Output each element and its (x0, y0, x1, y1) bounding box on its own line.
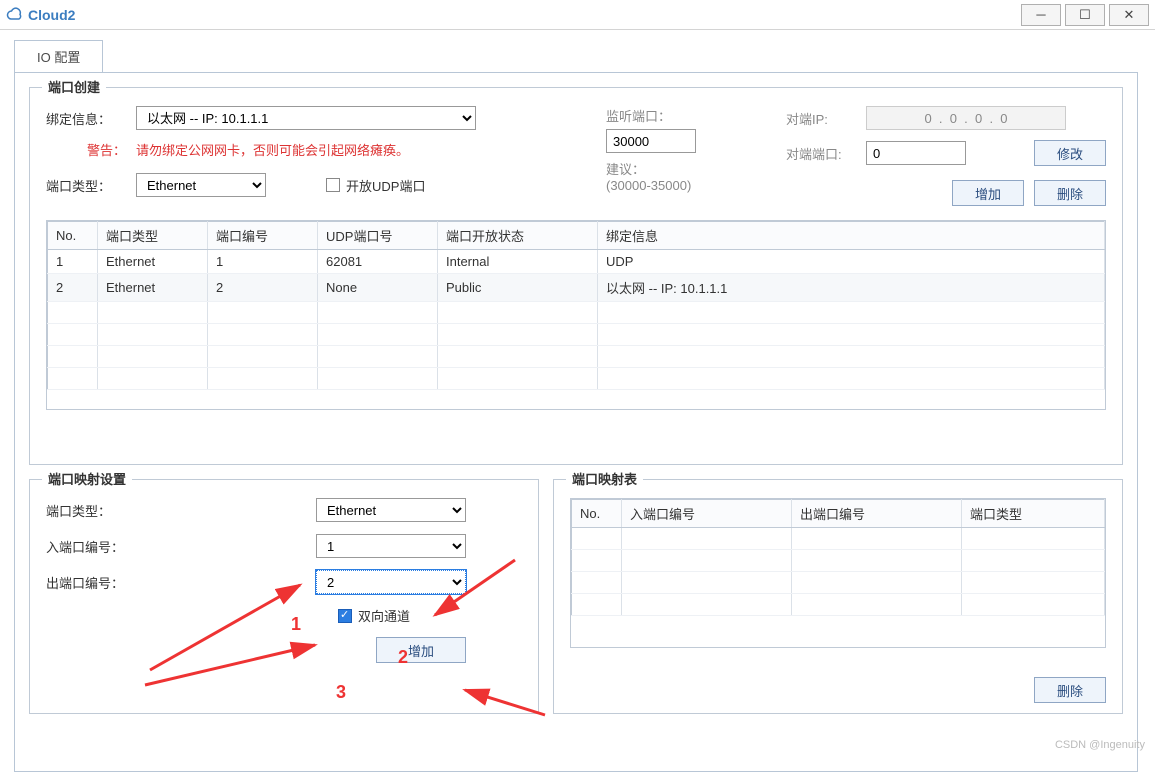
add-port-button[interactable]: 增加 (952, 180, 1024, 206)
modify-button[interactable]: 修改 (1034, 140, 1106, 166)
mcol-in: 入端口编号 (622, 500, 792, 528)
table-row (48, 346, 1105, 368)
col-udp: UDP端口号 (318, 222, 438, 250)
port-type-label: 端口类型： (46, 176, 136, 195)
table-row (48, 302, 1105, 324)
listen-port-label: 监听端口： (606, 106, 746, 125)
delete-port-button[interactable]: 删除 (1034, 180, 1106, 206)
port-map-settings-section: 端口映射设置 端口类型： Ethernet 入端口编号： 1 出端口编号： 2 (29, 479, 539, 714)
table-row (572, 594, 1105, 616)
suggest-range: (30000-35000) (606, 178, 746, 193)
mcol-out: 出端口编号 (791, 500, 961, 528)
watermark: CSDN @Ingenuity (1055, 739, 1145, 751)
listen-port-input[interactable] (606, 129, 696, 153)
warning-text: 请勿绑定公网网卡，否则可能会引起网络瘫痪。 (136, 140, 409, 159)
minimize-button[interactable]: ─ (1021, 4, 1061, 26)
peer-port-input[interactable] (866, 141, 966, 165)
bind-info-select[interactable]: 以太网 -- IP: 10.1.1.1 (136, 106, 476, 130)
in-port-label: 入端口编号： (46, 537, 316, 556)
map-type-select[interactable]: Ethernet (316, 498, 466, 522)
out-port-label: 出端口编号： (46, 573, 316, 592)
open-udp-label: 开放UDP端口 (346, 176, 425, 195)
port-map-settings-legend: 端口映射设置 (42, 469, 132, 488)
add-mapping-button[interactable]: 增加 (376, 637, 466, 663)
tab-io-config[interactable]: IO 配置 (14, 40, 103, 72)
col-no: No. (48, 222, 98, 250)
table-row (48, 368, 1105, 390)
suggest-label: 建议： (606, 159, 746, 178)
bind-info-label: 绑定信息： (46, 109, 136, 128)
table-row (572, 572, 1105, 594)
titlebar: Cloud2 ─ ☐ ✕ (0, 0, 1155, 30)
bidirectional-label: 双向通道 (358, 606, 410, 625)
table-row (48, 324, 1105, 346)
peer-ip-input (866, 106, 1066, 130)
close-button[interactable]: ✕ (1109, 4, 1149, 26)
window-title: Cloud2 (28, 7, 1021, 23)
out-port-select[interactable]: 2 (316, 570, 466, 594)
port-map-table-section: 端口映射表 No. 入端口编号 出端口编号 端口类型 (553, 479, 1123, 714)
table-row (572, 528, 1105, 550)
in-port-select[interactable]: 1 (316, 534, 466, 558)
table-row (572, 550, 1105, 572)
mcol-type: 端口类型 (961, 500, 1104, 528)
mcol-no: No. (572, 500, 622, 528)
tab-bar: IO 配置 (14, 40, 1155, 72)
table-row[interactable]: 1 Ethernet 1 62081 Internal UDP (48, 250, 1105, 274)
page-content: 端口创建 绑定信息： 以太网 -- IP: 10.1.1.1 警告： 请勿绑定公… (14, 72, 1138, 772)
open-udp-checkbox[interactable] (326, 178, 340, 192)
warning-label: 警告： (46, 140, 136, 159)
col-bind: 绑定信息 (598, 222, 1105, 250)
map-type-label: 端口类型： (46, 501, 316, 520)
col-open: 端口开放状态 (438, 222, 598, 250)
port-create-legend: 端口创建 (42, 77, 106, 96)
col-portnum: 端口编号 (208, 222, 318, 250)
cloud-icon (6, 7, 22, 23)
maximize-button[interactable]: ☐ (1065, 4, 1105, 26)
port-map-table-legend: 端口映射表 (566, 469, 643, 488)
window-controls: ─ ☐ ✕ (1021, 4, 1155, 26)
peer-port-label: 对端端口: (786, 144, 866, 163)
port-create-section: 端口创建 绑定信息： 以太网 -- IP: 10.1.1.1 警告： 请勿绑定公… (29, 87, 1123, 465)
ports-table[interactable]: No. 端口类型 端口编号 UDP端口号 端口开放状态 绑定信息 1 Ether… (47, 221, 1105, 390)
mapping-table[interactable]: No. 入端口编号 出端口编号 端口类型 (571, 499, 1105, 616)
col-type: 端口类型 (98, 222, 208, 250)
table-row[interactable]: 2 Ethernet 2 None Public 以太网 -- IP: 10.1… (48, 274, 1105, 302)
port-type-select[interactable]: Ethernet (136, 173, 266, 197)
bidirectional-checkbox[interactable] (338, 609, 352, 623)
delete-mapping-button[interactable]: 删除 (1034, 677, 1106, 703)
peer-ip-label: 对端IP: (786, 109, 866, 128)
